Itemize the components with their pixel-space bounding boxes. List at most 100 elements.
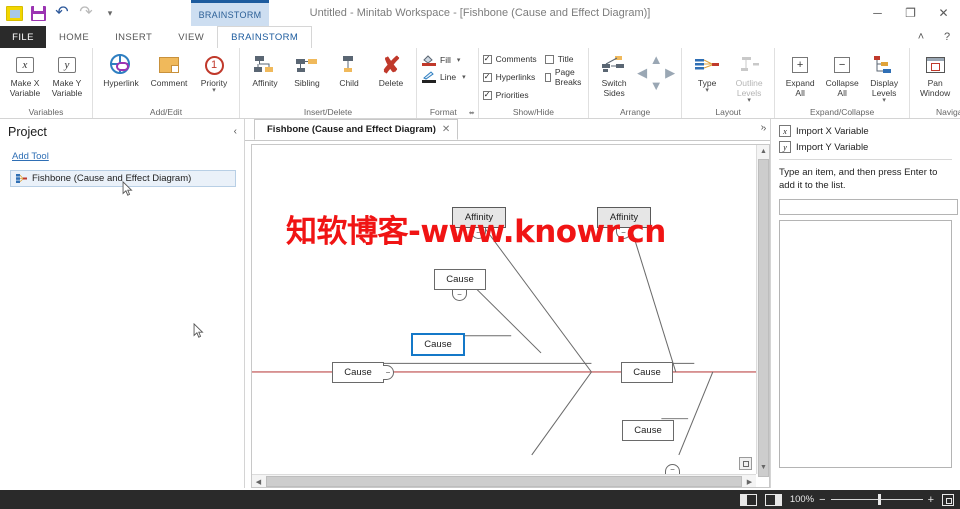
- app-icon[interactable]: [4, 3, 24, 23]
- zoom-slider-track[interactable]: [830, 494, 923, 505]
- fit-to-window-icon[interactable]: [942, 493, 954, 506]
- fishbone-icon: [16, 174, 27, 183]
- plus-box-icon: +: [792, 52, 809, 78]
- line-button[interactable]: Line ▾: [421, 70, 466, 84]
- customize-qat-icon[interactable]: ▾: [100, 3, 120, 23]
- affinity-button[interactable]: Affinity: [244, 50, 286, 88]
- undo-icon[interactable]: ↶: [52, 3, 72, 23]
- collapse-knob-affinity-bottom-right[interactable]: −: [665, 464, 680, 474]
- status-bar: 100% − +: [0, 490, 960, 509]
- move-right-icon[interactable]: ▶: [665, 65, 675, 81]
- close-icon[interactable]: ✕: [927, 0, 960, 26]
- collapse-all-button[interactable]: − Collapse All: [821, 50, 863, 98]
- make-y-variable-button[interactable]: y Make Y Variable: [46, 50, 88, 98]
- horizontal-scroll-thumb[interactable]: [266, 476, 742, 487]
- checkbox-page-breaks[interactable]: Page Breaks: [544, 67, 584, 87]
- display-levels-dropdown-icon[interactable]: ▾: [882, 97, 886, 104]
- canvas-wrapper: Affinity − Affinity − Cause − Cause Caus…: [251, 144, 770, 488]
- node-affinity-top-right[interactable]: Affinity: [597, 207, 651, 228]
- collapse-project-pane-icon[interactable]: ‹: [234, 126, 237, 137]
- priority-button[interactable]: 1 Priority ▾: [193, 50, 235, 94]
- checkbox-title[interactable]: Title: [544, 54, 584, 64]
- move-up-icon[interactable]: ▲: [650, 52, 663, 67]
- variable-list-box[interactable]: [779, 219, 952, 468]
- outline-levels-dropdown-icon[interactable]: ▾: [747, 97, 751, 104]
- node-cause-upper[interactable]: Cause: [434, 269, 486, 290]
- minus-box-icon: −: [834, 52, 851, 78]
- canvas-horizontal-scrollbar[interactable]: ◀ ▶: [252, 474, 756, 487]
- tab-view[interactable]: VIEW: [165, 26, 217, 48]
- scroll-down-icon[interactable]: ▼: [757, 461, 770, 474]
- ribbon-tab-bar: FILE HOME INSERT VIEW BRAINSTORM ˄ ?: [0, 26, 960, 48]
- scroll-right-icon[interactable]: ▶: [743, 475, 756, 488]
- fill-dropdown-icon[interactable]: ▾: [457, 56, 461, 64]
- node-cause-right-upper[interactable]: Cause: [621, 362, 673, 383]
- node-affinity-top-left[interactable]: Affinity: [452, 207, 506, 228]
- help-icon[interactable]: ?: [934, 26, 960, 48]
- hyperlink-button[interactable]: Hyperlink: [97, 50, 145, 88]
- type-button[interactable]: Type ▾: [686, 50, 728, 94]
- checkbox-page-breaks-label: Page Breaks: [554, 67, 582, 87]
- project-tree-item-fishbone[interactable]: Fishbone (Cause and Effect Diagram): [10, 170, 236, 187]
- sibling-button[interactable]: Sibling: [286, 50, 328, 88]
- fill-button[interactable]: Fill ▾: [421, 53, 466, 67]
- window-controls: ─ ❐ ✕: [861, 0, 960, 26]
- tab-insert[interactable]: INSERT: [102, 26, 165, 48]
- make-x-variable-button[interactable]: x Make X Variable: [4, 50, 46, 98]
- size-to-fit-button[interactable]: Size to Fit: [956, 50, 960, 98]
- vertical-scroll-thumb[interactable]: [758, 159, 769, 477]
- sticky-note-icon: [159, 52, 179, 78]
- checkbox-comments-label: Comments: [495, 54, 537, 64]
- child-button[interactable]: Child: [328, 50, 370, 88]
- type-dropdown-icon[interactable]: ▾: [705, 87, 709, 94]
- format-dialog-launcher-icon[interactable]: ⬌: [469, 109, 475, 117]
- add-tool-link[interactable]: Add Tool: [12, 151, 49, 162]
- maximize-icon[interactable]: ❐: [894, 0, 927, 26]
- canvas-vertical-scrollbar[interactable]: ▲ ▼: [756, 145, 770, 477]
- save-icon[interactable]: [28, 3, 48, 23]
- toggle-left-pane-icon[interactable]: [739, 493, 757, 506]
- zoom-control: 100% − +: [790, 494, 934, 505]
- toggle-right-pane-icon[interactable]: [764, 493, 782, 506]
- expand-variables-pane-icon[interactable]: ›: [763, 123, 766, 134]
- canvas-corner-resize-button[interactable]: [739, 457, 752, 470]
- group-label-expand-collapse: Expand/Collapse: [810, 107, 875, 117]
- document-tab-close-icon[interactable]: ✕: [442, 124, 450, 135]
- minimize-icon[interactable]: ─: [861, 0, 894, 26]
- checkbox-priorities[interactable]: ✓ Priorities: [482, 90, 537, 100]
- zoom-out-icon[interactable]: −: [819, 494, 825, 505]
- node-cause-left[interactable]: Cause: [332, 362, 384, 383]
- comment-button[interactable]: Comment: [145, 50, 193, 88]
- checkbox-comments[interactable]: ✓ Comments: [482, 54, 537, 64]
- import-y-variable-button[interactable]: y Import Y Variable: [779, 141, 952, 153]
- tab-home[interactable]: HOME: [46, 26, 102, 48]
- move-down-icon[interactable]: ▼: [650, 78, 663, 93]
- ribbon-group-insert-delete: Affinity Sibling Child ✘ Delete Insert/D…: [240, 48, 417, 118]
- variable-entry-input[interactable]: [779, 198, 958, 215]
- document-tab-fishbone[interactable]: Fishbone (Cause and Effect Diagram) ✕: [254, 119, 459, 140]
- expand-all-button[interactable]: + Expand All: [779, 50, 821, 98]
- display-levels-button[interactable]: Display Levels ▾: [863, 50, 905, 104]
- tab-file[interactable]: FILE: [0, 26, 46, 48]
- priority-dropdown-icon[interactable]: ▾: [212, 87, 216, 94]
- contextual-tab-brainstorm[interactable]: BRAINSTORM: [191, 0, 269, 26]
- line-dropdown-icon[interactable]: ▾: [462, 73, 466, 81]
- tab-brainstorm[interactable]: BRAINSTORM: [217, 26, 313, 48]
- pan-window-button[interactable]: Pan Window: [914, 50, 956, 98]
- zoom-in-icon[interactable]: +: [928, 494, 934, 505]
- scroll-left-icon[interactable]: ◀: [252, 475, 265, 488]
- move-left-icon[interactable]: ◀: [637, 65, 647, 81]
- fishbone-canvas[interactable]: Affinity − Affinity − Cause − Cause Caus…: [252, 145, 756, 474]
- node-cause-right-lower[interactable]: Cause: [622, 420, 674, 441]
- delete-button[interactable]: ✘ Delete: [370, 50, 412, 89]
- node-cause-selected[interactable]: Cause: [411, 333, 465, 356]
- redo-icon[interactable]: ↷: [76, 3, 96, 23]
- scroll-up-icon[interactable]: ▲: [757, 145, 770, 158]
- import-x-variable-button[interactable]: x Import X Variable: [779, 125, 952, 137]
- zoom-slider-thumb[interactable]: [877, 494, 881, 505]
- collapse-ribbon-icon[interactable]: ˄: [908, 26, 934, 48]
- switch-sides-button[interactable]: Switch Sides: [593, 50, 635, 98]
- checkbox-hyperlinks[interactable]: ✓ Hyperlinks: [482, 67, 537, 87]
- title-bar: ↶ ↷ ▾ BRAINSTORM Untitled - Minitab Work…: [0, 0, 960, 26]
- outline-levels-button[interactable]: Outline Levels ▾: [728, 50, 770, 104]
